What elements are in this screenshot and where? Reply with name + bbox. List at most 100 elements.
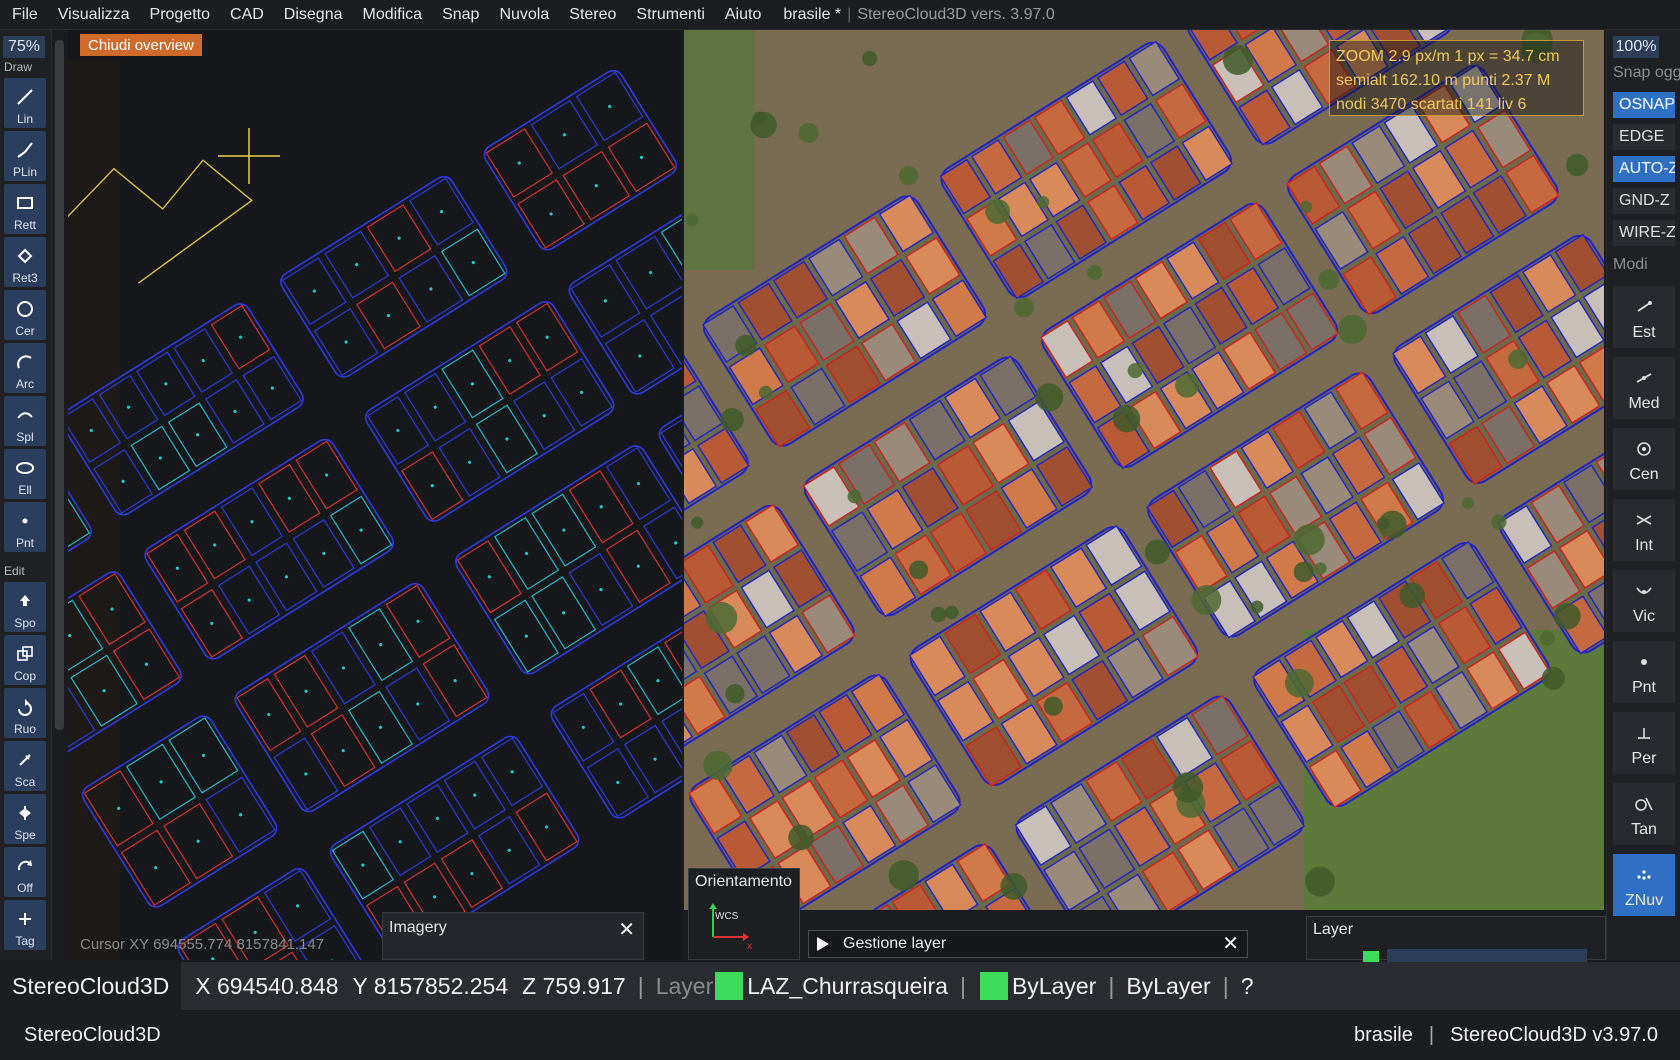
circle-icon [14, 298, 36, 320]
tool-move-button[interactable]: Spo [4, 582, 46, 632]
menu-stereo[interactable]: Stereo [559, 6, 626, 24]
trim-icon [14, 908, 36, 930]
snap-nearest-button[interactable]: Vic [1613, 570, 1675, 632]
snap-cloud-z-button[interactable]: ZNuv [1613, 854, 1675, 916]
tool-point-button[interactable]: Pnt [4, 502, 46, 552]
close-icon[interactable]: ✕ [618, 917, 635, 942]
rotate-icon [14, 696, 36, 718]
tool-label: Spe [14, 828, 36, 842]
footer-bar: StereoCloud3D brasile | StereoCloud3D v3… [0, 1010, 1680, 1060]
edge-toggle[interactable]: EDGE [1613, 124, 1675, 150]
edit-section-label: Edit [4, 564, 25, 578]
tool-polyline-button[interactable]: PLin [4, 131, 46, 181]
footer-version: StereoCloud3D v3.97.0 [1450, 1023, 1658, 1046]
center-icon [1632, 438, 1656, 460]
layer-panel: Layer [1306, 916, 1606, 963]
tool-trim-button[interactable]: Tag [4, 900, 46, 950]
spline-icon [14, 404, 36, 426]
main-aerial-view[interactable]: ZOOM 2.9 px/m 1 px = 34.7 cm semialt 162… [684, 30, 1604, 910]
menu-aiuto[interactable]: Aiuto [715, 6, 771, 24]
layer-panel-title: Layer [1313, 921, 1354, 938]
tool-label: Sca [14, 775, 36, 789]
aerial-orthophoto-with-vectors [684, 30, 1604, 910]
layer-manager-bar[interactable]: Gestione layer ✕ [808, 930, 1248, 958]
help-button[interactable]: ? [1241, 973, 1254, 1000]
tool-spline-button[interactable]: Spl [4, 396, 46, 446]
right-toolbar: 100% Snap ogg OSNAP EDGE AUTO-Z GND-Z WI… [1606, 30, 1680, 960]
status-color-value[interactable]: ByLayer [1012, 973, 1096, 1000]
midpoint-icon [1632, 367, 1656, 389]
tool-arc-button[interactable]: Arc [4, 343, 46, 393]
close-icon[interactable]: ✕ [1222, 931, 1239, 956]
wire-z-toggle[interactable]: WIRE-Z [1613, 220, 1675, 246]
menu-snap[interactable]: Snap [432, 6, 489, 24]
tool-offset-button[interactable]: Off [4, 847, 46, 897]
app-window: File Visualizza Progetto CAD Disegna Mod… [0, 0, 1680, 1060]
menu-bar: File Visualizza Progetto CAD Disegna Mod… [0, 0, 1680, 30]
tool-rotate-button[interactable]: Ruo [4, 688, 46, 738]
orientation-title: Orientamento [695, 873, 792, 890]
gnd-z-toggle[interactable]: GND-Z [1613, 188, 1675, 214]
tool-mirror-button[interactable]: Spe [4, 794, 46, 844]
node-icon [1632, 651, 1656, 673]
menu-visualizza[interactable]: Visualizza [48, 6, 140, 24]
menu-modifica[interactable]: Modifica [353, 6, 433, 24]
tool-label: Off [17, 881, 33, 895]
status-layer-label: Layer [655, 972, 714, 999]
menu-strumenti[interactable]: Strumenti [626, 6, 714, 24]
modes-section-label: Modi [1613, 256, 1648, 273]
menu-file[interactable]: File [0, 6, 48, 24]
status-separator: | [1222, 972, 1229, 999]
status-bar: StereoCloud3D X 694540.848 Y 8157852.254… [0, 962, 1680, 1010]
left-zoom-level[interactable]: 75% [3, 36, 45, 58]
tool-rectangle3-button[interactable]: Ret3 [4, 237, 46, 287]
overview-vector-drawing [68, 69, 682, 960]
tool-label: Tag [15, 934, 35, 948]
snap-mode-label: Int [1635, 537, 1653, 554]
status-layer-name[interactable]: LAZ_Churrasqueira [747, 973, 948, 1000]
snap-endpoint-button[interactable]: Est [1613, 286, 1675, 348]
tool-copy-button[interactable]: Cop [4, 635, 46, 685]
perpendicular-icon [1632, 722, 1656, 744]
tool-label: Ell [18, 483, 32, 497]
tool-ellipse-button[interactable]: Ell [4, 449, 46, 499]
layer-select[interactable] [1387, 949, 1587, 963]
line-icon [14, 86, 36, 108]
tool-rectangle-button[interactable]: Rett [4, 184, 46, 234]
menu-disegna[interactable]: Disegna [274, 6, 353, 24]
footer-app-name: StereoCloud3D [24, 1023, 161, 1046]
snap-mode-label: Med [1628, 395, 1660, 412]
play-icon[interactable] [817, 937, 829, 951]
menu-cad[interactable]: CAD [220, 6, 274, 24]
snap-perpendicular-button[interactable]: Per [1613, 712, 1675, 774]
overview-panel[interactable]: Chiudi overview Cursor XY 694555.774 815… [68, 30, 682, 960]
snap-mode-label: Per [1631, 750, 1657, 767]
right-zoom-level[interactable]: 100% [1613, 36, 1659, 58]
point-icon [14, 510, 36, 532]
tool-circle-button[interactable]: Cer [4, 290, 46, 340]
status-z-coordinate: Z 759.917 [522, 972, 626, 999]
tool-line-button[interactable]: Lin [4, 78, 46, 128]
snap-tangent-button[interactable]: Tan [1613, 783, 1675, 845]
tool-label: PLin [12, 165, 38, 179]
zoom-info-line: ZOOM 2.9 px/m 1 px = 34.7 cm [1336, 48, 1560, 65]
osnap-toggle[interactable]: OSNAP [1613, 92, 1675, 118]
close-overview-button[interactable]: Chiudi overview [80, 34, 202, 56]
left-toolbar: 75% Draw Lin PLin Rett Ret3 Cer Arc Spl [0, 30, 52, 960]
status-separator: | [637, 972, 644, 999]
snap-intersection-button[interactable]: Int [1613, 499, 1675, 561]
imagery-panel: Imagery ✕ [382, 912, 644, 960]
arc-icon [14, 351, 36, 373]
menu-progetto[interactable]: Progetto [140, 6, 220, 24]
auto-z-toggle[interactable]: AUTO-Z [1613, 156, 1675, 182]
endpoint-icon [1632, 296, 1656, 318]
status-linetype-value[interactable]: ByLayer [1126, 973, 1210, 1000]
tool-label: Ret3 [12, 271, 38, 285]
menu-nuvola[interactable]: Nuvola [489, 6, 559, 24]
left-toolbar-scrollbar[interactable] [55, 40, 64, 730]
intersection-icon [1632, 509, 1656, 531]
snap-center-button[interactable]: Cen [1613, 428, 1675, 490]
snap-node-button[interactable]: Pnt [1613, 641, 1675, 703]
tool-scale-button[interactable]: Sca [4, 741, 46, 791]
snap-midpoint-button[interactable]: Med [1613, 357, 1675, 419]
